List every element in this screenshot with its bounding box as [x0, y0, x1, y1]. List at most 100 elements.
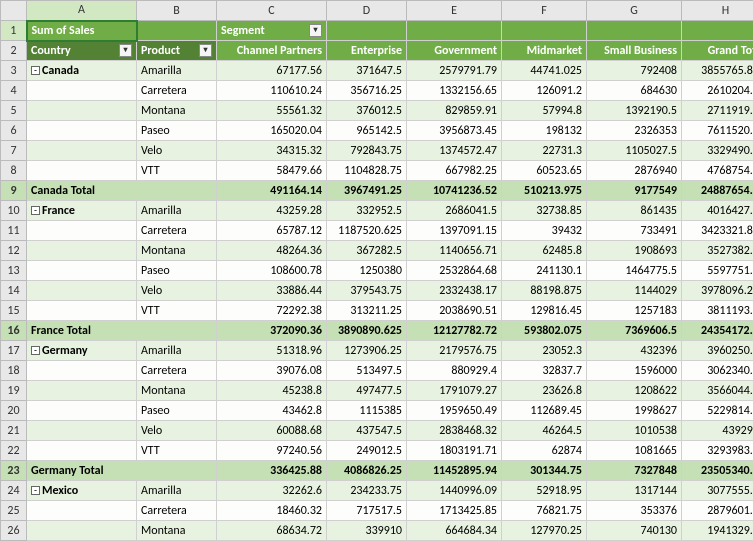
value-cell[interactable]: 497477.5: [327, 381, 407, 401]
total-val[interactable]: 510213.975: [502, 181, 587, 201]
total-val[interactable]: 3890890.625: [327, 321, 407, 341]
value-cell[interactable]: 1959650.49: [407, 401, 502, 421]
row-header-3[interactable]: 3: [1, 61, 27, 81]
total-val[interactable]: 491164.14: [217, 181, 327, 201]
total-label[interactable]: Germany Total: [27, 461, 217, 481]
value-cell[interactable]: 39432: [502, 221, 587, 241]
total-val[interactable]: 336425.88: [217, 461, 327, 481]
country-cell[interactable]: [27, 141, 137, 161]
country-cell[interactable]: [27, 381, 137, 401]
value-cell[interactable]: 3077555.39: [682, 481, 753, 501]
product-cell[interactable]: Carretera: [137, 501, 217, 521]
row-header-19[interactable]: 19: [1, 381, 27, 401]
value-cell[interactable]: 667982.25: [407, 161, 502, 181]
collapse-toggle[interactable]: -: [31, 486, 40, 495]
product-cell[interactable]: Montana: [137, 101, 217, 121]
value-cell[interactable]: 241130.1: [502, 261, 587, 281]
value-cell[interactable]: 198132: [502, 121, 587, 141]
total-val[interactable]: 372090.36: [217, 321, 327, 341]
value-cell[interactable]: 55561.32: [217, 101, 327, 121]
value-cell[interactable]: 1257183: [587, 301, 682, 321]
value-cell[interactable]: 76821.75: [502, 501, 587, 521]
country-cell[interactable]: -Canada: [27, 61, 137, 81]
value-cell[interactable]: 1250380: [327, 261, 407, 281]
empty-cell[interactable]: [407, 21, 502, 41]
total-val[interactable]: 11452895.94: [407, 461, 502, 481]
value-cell[interactable]: 792843.75: [327, 141, 407, 161]
country-cell[interactable]: [27, 261, 137, 281]
value-cell[interactable]: 52918.95: [502, 481, 587, 501]
row-header-23[interactable]: 23: [1, 461, 27, 481]
value-cell[interactable]: 1440996.09: [407, 481, 502, 501]
row-header-10[interactable]: 10: [1, 201, 27, 221]
value-cell[interactable]: 7611520.99: [682, 121, 753, 141]
value-cell[interactable]: 880929.4: [407, 361, 502, 381]
col-header-F[interactable]: F: [502, 1, 587, 21]
value-cell[interactable]: 332952.5: [327, 201, 407, 221]
value-cell[interactable]: 3293983.77: [682, 441, 753, 461]
col-header-B[interactable]: B: [137, 1, 217, 21]
product-cell[interactable]: Amarilla: [137, 61, 217, 81]
row-header-21[interactable]: 21: [1, 421, 27, 441]
row-header-11[interactable]: 11: [1, 221, 27, 241]
total-val[interactable]: 7369606.5: [587, 321, 682, 341]
country-cell[interactable]: [27, 421, 137, 441]
value-cell[interactable]: 43259.28: [217, 201, 327, 221]
row-header-24[interactable]: 24: [1, 481, 27, 501]
value-cell[interactable]: 39076.08: [217, 361, 327, 381]
empty-cell[interactable]: [587, 21, 682, 41]
value-cell[interactable]: 57994.8: [502, 101, 587, 121]
row-header-14[interactable]: 14: [1, 281, 27, 301]
value-cell[interactable]: 2610204.34: [682, 81, 753, 101]
value-cell[interactable]: 3566044.37: [682, 381, 753, 401]
value-cell[interactable]: 110610.24: [217, 81, 327, 101]
value-cell[interactable]: 2532864.68: [407, 261, 502, 281]
row-header-16[interactable]: 16: [1, 321, 27, 341]
row-header-17[interactable]: 17: [1, 341, 27, 361]
col-header-D[interactable]: D: [327, 1, 407, 21]
row-header-2[interactable]: 2: [1, 41, 27, 61]
total-val[interactable]: 9177549: [587, 181, 682, 201]
value-cell[interactable]: 34315.32: [217, 141, 327, 161]
value-cell[interactable]: 108600.78: [217, 261, 327, 281]
seg-col-4[interactable]: Small Business: [587, 41, 682, 61]
value-cell[interactable]: 792408: [587, 61, 682, 81]
value-cell[interactable]: 2038690.51: [407, 301, 502, 321]
country-cell[interactable]: [27, 281, 137, 301]
value-cell[interactable]: 3423321.895: [682, 221, 753, 241]
row-header-1[interactable]: 1: [1, 21, 27, 41]
value-cell[interactable]: 1273906.25: [327, 341, 407, 361]
value-cell[interactable]: 2686041.5: [407, 201, 502, 221]
value-cell[interactable]: 2879601.42: [682, 501, 753, 521]
value-cell[interactable]: 1998627: [587, 401, 682, 421]
product-header[interactable]: Product▾: [137, 41, 217, 61]
row-header-25[interactable]: 25: [1, 501, 27, 521]
seg-col-1[interactable]: Enterprise: [327, 41, 407, 61]
value-cell[interactable]: 3956873.45: [407, 121, 502, 141]
value-cell[interactable]: 23626.8: [502, 381, 587, 401]
total-val[interactable]: 301344.75: [502, 461, 587, 481]
product-cell[interactable]: Montana: [137, 381, 217, 401]
product-cell[interactable]: Paseo: [137, 121, 217, 141]
value-cell[interactable]: 1596000: [587, 361, 682, 381]
value-cell[interactable]: 112689.45: [502, 401, 587, 421]
value-cell[interactable]: 1104828.75: [327, 161, 407, 181]
value-cell[interactable]: 58479.66: [217, 161, 327, 181]
product-cell[interactable]: Velo: [137, 421, 217, 441]
value-cell[interactable]: 437547.5: [327, 421, 407, 441]
row-header-13[interactable]: 13: [1, 261, 27, 281]
product-cell[interactable]: Amarilla: [137, 341, 217, 361]
value-cell[interactable]: 4392907: [682, 421, 753, 441]
product-cell[interactable]: VTT: [137, 161, 217, 181]
value-cell[interactable]: 1464775.5: [587, 261, 682, 281]
value-cell[interactable]: 129816.45: [502, 301, 587, 321]
pivot-value-field[interactable]: Sum of Sales: [27, 21, 137, 41]
value-cell[interactable]: 3527382.37: [682, 241, 753, 261]
spreadsheet-grid[interactable]: ABCDEFGH 1Sum of SalesSegment▾2Country▾P…: [0, 0, 753, 541]
col-header-C[interactable]: C: [217, 1, 327, 21]
value-cell[interactable]: 1317144: [587, 481, 682, 501]
value-cell[interactable]: 2179576.75: [407, 341, 502, 361]
product-filter-dropdown[interactable]: ▾: [199, 44, 212, 57]
value-cell[interactable]: 1397091.15: [407, 221, 502, 241]
value-cell[interactable]: 513497.5: [327, 361, 407, 381]
